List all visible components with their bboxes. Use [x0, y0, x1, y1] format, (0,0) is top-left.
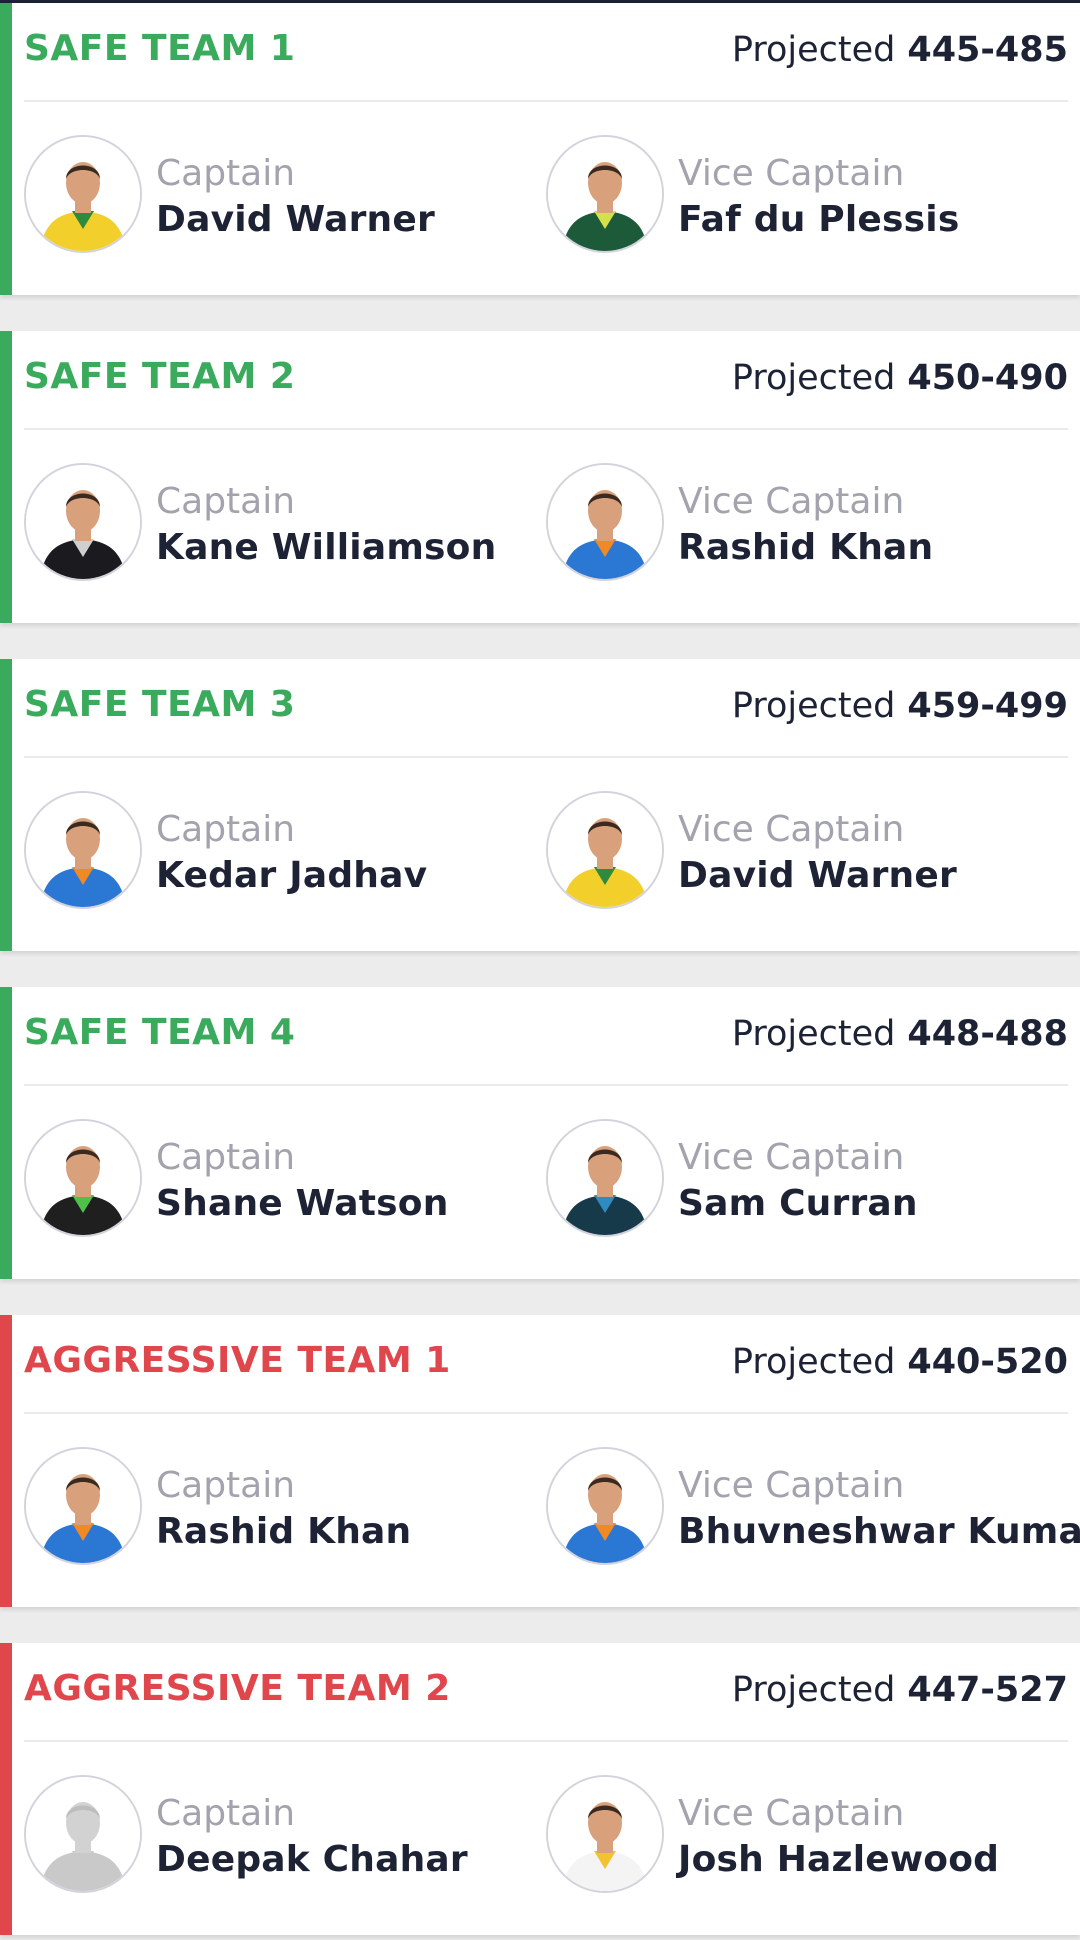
team-accent-bar [0, 659, 12, 951]
projected-range: 459-499 [907, 686, 1068, 726]
vice-captain-role-label: Vice Captain [678, 481, 905, 522]
vice-captain-name: Faf du Plessis [678, 199, 960, 240]
team-card[interactable]: AGGRESSIVE TEAM 2 Projected 447-527 Captain… [0, 1643, 1080, 1935]
team-title: SAFE TEAM 3 [24, 684, 296, 725]
team-card[interactable]: AGGRESSIVE TEAM 1 Projected 440-520 Captain… [0, 1315, 1080, 1607]
captain-block[interactable]: Captain Kedar Jadhav [24, 791, 544, 911]
captain-role-label: Captain [156, 153, 296, 194]
captain-block[interactable]: Captain Rashid Khan [24, 1447, 544, 1567]
captain-block[interactable]: Captain Shane Watson [24, 1119, 544, 1239]
vice-captain-name: Josh Hazlewood [678, 1839, 1000, 1880]
captain-avatar [24, 1119, 142, 1237]
projected-range: 447-527 [907, 1670, 1068, 1710]
team-card-header: AGGRESSIVE TEAM 2 Projected 447-527 [24, 1643, 1068, 1742]
team-card[interactable]: SAFE TEAM 4 Projected 448-488 Captain Shane … [0, 987, 1080, 1279]
captain-role-label: Captain [156, 1465, 296, 1506]
vice-captain-block[interactable]: Vice Captain Rashid Khan [546, 463, 1066, 583]
captain-avatar [24, 1447, 142, 1565]
vice-captain-avatar [546, 1447, 664, 1565]
vice-captain-role-label: Vice Captain [678, 1793, 905, 1834]
captain-name: Rashid Khan [156, 1511, 412, 1552]
vice-captain-block[interactable]: Vice Captain Sam Curran [546, 1119, 1066, 1239]
projected-range: 445-485 [907, 30, 1068, 70]
projected-label: Projected [731, 1670, 896, 1710]
captain-avatar [24, 791, 142, 909]
vice-captain-name: Sam Curran [678, 1183, 918, 1224]
team-accent-bar [0, 1315, 12, 1607]
vice-captain-avatar [546, 1775, 664, 1893]
team-card-header: AGGRESSIVE TEAM 1 Projected 440-520 [24, 1315, 1068, 1414]
vice-captain-name: Rashid Khan [678, 527, 934, 568]
projected-label: Projected [731, 1014, 896, 1054]
vice-captain-avatar [546, 791, 664, 909]
projected-range: 450-490 [907, 358, 1068, 398]
captain-avatar [24, 463, 142, 581]
vice-captain-role-label: Vice Captain [678, 809, 905, 850]
team-card-header: SAFE TEAM 1 Projected 445-485 [24, 3, 1068, 102]
team-title: SAFE TEAM 1 [24, 28, 296, 69]
vice-captain-role-label: Vice Captain [678, 153, 905, 194]
team-card[interactable]: SAFE TEAM 3 Projected 459-499 Captain Kedar … [0, 659, 1080, 951]
team-title: AGGRESSIVE TEAM 1 [24, 1340, 451, 1381]
team-accent-bar [0, 331, 12, 623]
captain-name: Deepak Chahar [156, 1839, 468, 1880]
projected-label: Projected [731, 30, 896, 70]
vice-captain-avatar [546, 463, 664, 581]
team-accent-bar [0, 1643, 12, 1935]
captain-name: Shane Watson [156, 1183, 449, 1224]
projected-score: Projected 440-520 [732, 1342, 1068, 1382]
captain-avatar [24, 1775, 142, 1893]
captain-name: Kane Williamson [156, 527, 497, 568]
captain-role-label: Captain [156, 1793, 296, 1834]
projected-range: 448-488 [907, 1014, 1068, 1054]
projected-score: Projected 448-488 [732, 1014, 1068, 1054]
team-title: AGGRESSIVE TEAM 2 [24, 1668, 451, 1709]
projected-label: Projected [731, 686, 896, 726]
team-accent-bar [0, 987, 12, 1279]
vice-captain-block[interactable]: Vice Captain Faf du Plessis [546, 135, 1066, 255]
team-title: SAFE TEAM 2 [24, 356, 296, 397]
team-accent-bar [0, 3, 12, 295]
captain-block[interactable]: Captain Kane Williamson [24, 463, 544, 583]
team-card-header: SAFE TEAM 4 Projected 448-488 [24, 987, 1068, 1086]
projected-score: Projected 447-527 [732, 1670, 1068, 1710]
vice-captain-block[interactable]: Vice Captain David Warner [546, 791, 1066, 911]
projected-score: Projected 459-499 [732, 686, 1068, 726]
captain-name: Kedar Jadhav [156, 855, 428, 896]
projected-label: Projected [731, 1342, 896, 1382]
vice-captain-name: Bhuvneshwar Kumar [678, 1511, 1080, 1552]
vice-captain-role-label: Vice Captain [678, 1137, 905, 1178]
vice-captain-role-label: Vice Captain [678, 1465, 905, 1506]
vice-captain-block[interactable]: Vice Captain Bhuvneshwar Kumar [546, 1447, 1080, 1567]
vice-captain-avatar [546, 135, 664, 253]
team-card-header: SAFE TEAM 3 Projected 459-499 [24, 659, 1068, 758]
projected-label: Projected [731, 358, 896, 398]
team-card[interactable]: SAFE TEAM 2 Projected 450-490 Captain Kane W… [0, 331, 1080, 623]
captain-name: David Warner [156, 199, 435, 240]
vice-captain-name: David Warner [678, 855, 957, 896]
team-card-header: SAFE TEAM 2 Projected 450-490 [24, 331, 1068, 430]
vice-captain-avatar [546, 1119, 664, 1237]
projected-score: Projected 450-490 [732, 358, 1068, 398]
captain-block[interactable]: Captain David Warner [24, 135, 544, 255]
projected-range: 440-520 [907, 1342, 1068, 1382]
captain-role-label: Captain [156, 481, 296, 522]
projected-score: Projected 445-485 [732, 30, 1068, 70]
captain-block[interactable]: Captain Deepak Chahar [24, 1775, 544, 1895]
captain-role-label: Captain [156, 1137, 296, 1178]
captain-avatar [24, 135, 142, 253]
team-title: SAFE TEAM 4 [24, 1012, 296, 1053]
captain-role-label: Captain [156, 809, 296, 850]
team-card[interactable]: SAFE TEAM 1 Projected 445-485 Captain David … [0, 3, 1080, 295]
vice-captain-block[interactable]: Vice Captain Josh Hazlewood [546, 1775, 1066, 1895]
